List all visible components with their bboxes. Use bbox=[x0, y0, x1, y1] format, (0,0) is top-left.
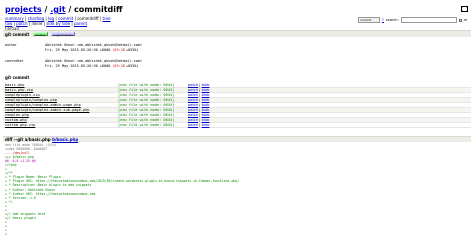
blob-link[interactable]: blob bbox=[202, 93, 210, 97]
search-input[interactable] bbox=[400, 17, 457, 23]
patch-link[interactable]: patch bbox=[188, 118, 198, 122]
commit-meta: author Abhishek Ghosh <ab.abhishek_ghosh… bbox=[5, 43, 142, 68]
regex-checkbox[interactable] bbox=[458, 18, 462, 22]
file-status: [new file with mode: 0644] bbox=[118, 103, 175, 107]
author-date: Fri, 29 May 2015 03:26:36 +0000 bbox=[45, 47, 111, 52]
blob-link[interactable]: blob bbox=[202, 98, 210, 102]
page-header: projects / .git / commitdiff bbox=[3, 2, 471, 16]
nav-parent[interactable]: parent bbox=[74, 21, 87, 26]
file-name[interactable]: compleplugin.zip bbox=[3, 93, 118, 97]
file-name[interactable]: custom.php.zip bbox=[3, 123, 118, 127]
blob-link[interactable]: blob bbox=[202, 108, 210, 112]
blob-link[interactable]: blob bbox=[202, 88, 210, 92]
file-name[interactable]: compleplugin/complex.php bbox=[3, 98, 118, 102]
search-form: commit ? search: re bbox=[358, 17, 467, 23]
search-help-link[interactable]: ? bbox=[382, 18, 384, 22]
file-name[interactable]: basic.php.zip bbox=[3, 88, 118, 92]
commit-title-bar: git commit master origin/master bbox=[3, 30, 471, 37]
blob-link[interactable]: blob bbox=[202, 103, 210, 107]
file-name[interactable]: compleplugin/complex-admin-sub-page.php bbox=[3, 108, 118, 112]
committer-tz: (03:26 bbox=[112, 63, 125, 68]
author-tz: (03:26 bbox=[112, 47, 125, 52]
blob-link[interactable]: blob bbox=[202, 118, 210, 122]
branch-badge-origin[interactable]: origin/master bbox=[51, 32, 76, 37]
nav-tree[interactable]: tree bbox=[102, 16, 110, 21]
search-type-select[interactable]: commit bbox=[358, 17, 380, 23]
breadcrumb-separator: / bbox=[68, 5, 72, 14]
commit-message: git commit bbox=[5, 75, 30, 80]
committer-date-row: Fri, 29 May 2015 03:26:36 +0000 (03:26 +… bbox=[5, 64, 142, 69]
page-title: commitdiff bbox=[74, 5, 123, 14]
breadcrumb-separator: / bbox=[44, 5, 48, 14]
file-name[interactable]: basic.php bbox=[3, 83, 118, 87]
file-list: basic.php [new file with mode: 0644] pat… bbox=[3, 83, 471, 128]
page-nav: summary | shortlog | log | commit | comm… bbox=[5, 16, 111, 31]
file-status: [new file with mode: 0644] bbox=[118, 83, 175, 87]
file-status: [new file with mode: 0644] bbox=[118, 98, 175, 102]
blob-link[interactable]: blob bbox=[202, 113, 210, 117]
file-status: [new file with mode: 0644] bbox=[118, 123, 175, 127]
file-name[interactable]: compleplugin/complex-admin-page.php bbox=[3, 103, 118, 107]
file-name[interactable]: custom.php bbox=[3, 118, 118, 122]
projects-link[interactable]: projects bbox=[5, 5, 42, 14]
search-label: search: bbox=[385, 18, 399, 22]
file-row: custom.php.zip [new file with mode: 0644… bbox=[3, 123, 471, 128]
regex-label: re bbox=[463, 18, 468, 22]
file-status: [new file with mode: 0644] bbox=[118, 118, 175, 122]
diff-header: diff --git a/basic.php b/basic.php bbox=[3, 136, 471, 142]
patch-link[interactable]: patch bbox=[188, 123, 198, 127]
patch-link[interactable]: patch bbox=[188, 108, 198, 112]
branch-badge-master[interactable]: master bbox=[33, 32, 48, 37]
diff-body: new file mode 100644 (file) index 0000000… bbox=[5, 143, 239, 236]
author-tz-offset: +0530) bbox=[125, 47, 139, 52]
breadcrumb: projects / .git / commitdiff bbox=[5, 5, 122, 14]
committer-date: Fri, 29 May 2015 03:26:36 +0000 bbox=[45, 63, 111, 68]
file-status: [new file with mode: 0644] bbox=[118, 93, 175, 97]
blob-link[interactable]: blob bbox=[202, 83, 210, 87]
nav-inline: inline bbox=[31, 21, 43, 26]
file-name[interactable]: complex.php bbox=[3, 113, 118, 117]
diff-file-link[interactable]: b/basic.php bbox=[52, 137, 78, 142]
git-logo-icon[interactable] bbox=[461, 6, 468, 12]
repo-link[interactable]: .git bbox=[50, 5, 65, 14]
patch-link[interactable]: patch bbox=[188, 93, 198, 97]
author-date-row: Fri, 29 May 2015 03:26:36 +0000 (03:26 +… bbox=[5, 48, 142, 53]
patch-link[interactable]: patch bbox=[188, 103, 198, 107]
file-status: [new file with mode: 0644] bbox=[118, 113, 175, 117]
diff-header-prefix: diff --git a/basic.php bbox=[5, 137, 51, 142]
committer-tz-offset: +0530) bbox=[125, 63, 139, 68]
patch-link[interactable]: patch bbox=[188, 83, 198, 87]
nav-side-by-side[interactable]: side by side bbox=[46, 21, 70, 26]
blob-link[interactable]: blob bbox=[202, 123, 210, 127]
patch-link[interactable]: patch bbox=[188, 113, 198, 117]
patch-link[interactable]: patch bbox=[188, 88, 198, 92]
file-status: [new file with mode: 0644] bbox=[118, 108, 175, 112]
diff-line: + bbox=[5, 232, 7, 237]
commit-title[interactable]: git commit bbox=[5, 32, 29, 37]
file-status: [new file with mode: 0644] bbox=[118, 88, 175, 92]
patch-link[interactable]: patch bbox=[188, 98, 198, 102]
